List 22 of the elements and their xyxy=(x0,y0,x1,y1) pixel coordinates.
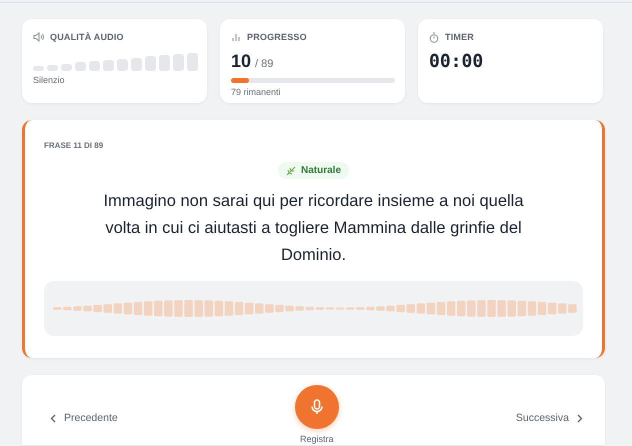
bar-chart-icon xyxy=(231,32,241,42)
card-title: TIMER xyxy=(445,32,474,42)
speaker-icon xyxy=(33,32,44,42)
phrase-counter: FRASE 11 DI 89 xyxy=(44,141,104,150)
leaf-icon xyxy=(286,166,296,176)
microphone-icon xyxy=(310,399,323,415)
chevron-left-icon xyxy=(50,414,56,422)
previous-button[interactable]: Precedente xyxy=(50,408,118,428)
record-button[interactable] xyxy=(294,385,339,429)
phrase-text: Immagino non sarai qui per ricordare insieme a noi quella volta in cui ci aiutasti a togliere Mammina dalle grinfie del Dominio. xyxy=(102,191,525,266)
chevron-right-icon xyxy=(576,414,583,422)
timer-value: 00:00 xyxy=(429,51,484,72)
stopwatch-icon xyxy=(429,32,439,42)
next-button[interactable]: Successiva xyxy=(516,408,583,428)
status-text: Silenzio xyxy=(33,75,66,85)
card-title: PROGRESSO xyxy=(247,32,307,42)
progress-count: 10 xyxy=(231,51,252,72)
progress-total: / 89 xyxy=(255,58,274,70)
card-title: QUALITÀ AUDIO xyxy=(50,32,124,42)
style-tag: Naturale xyxy=(278,162,349,179)
record-label: Registra xyxy=(300,434,334,444)
status-text: 79 rimanenti xyxy=(231,87,282,97)
